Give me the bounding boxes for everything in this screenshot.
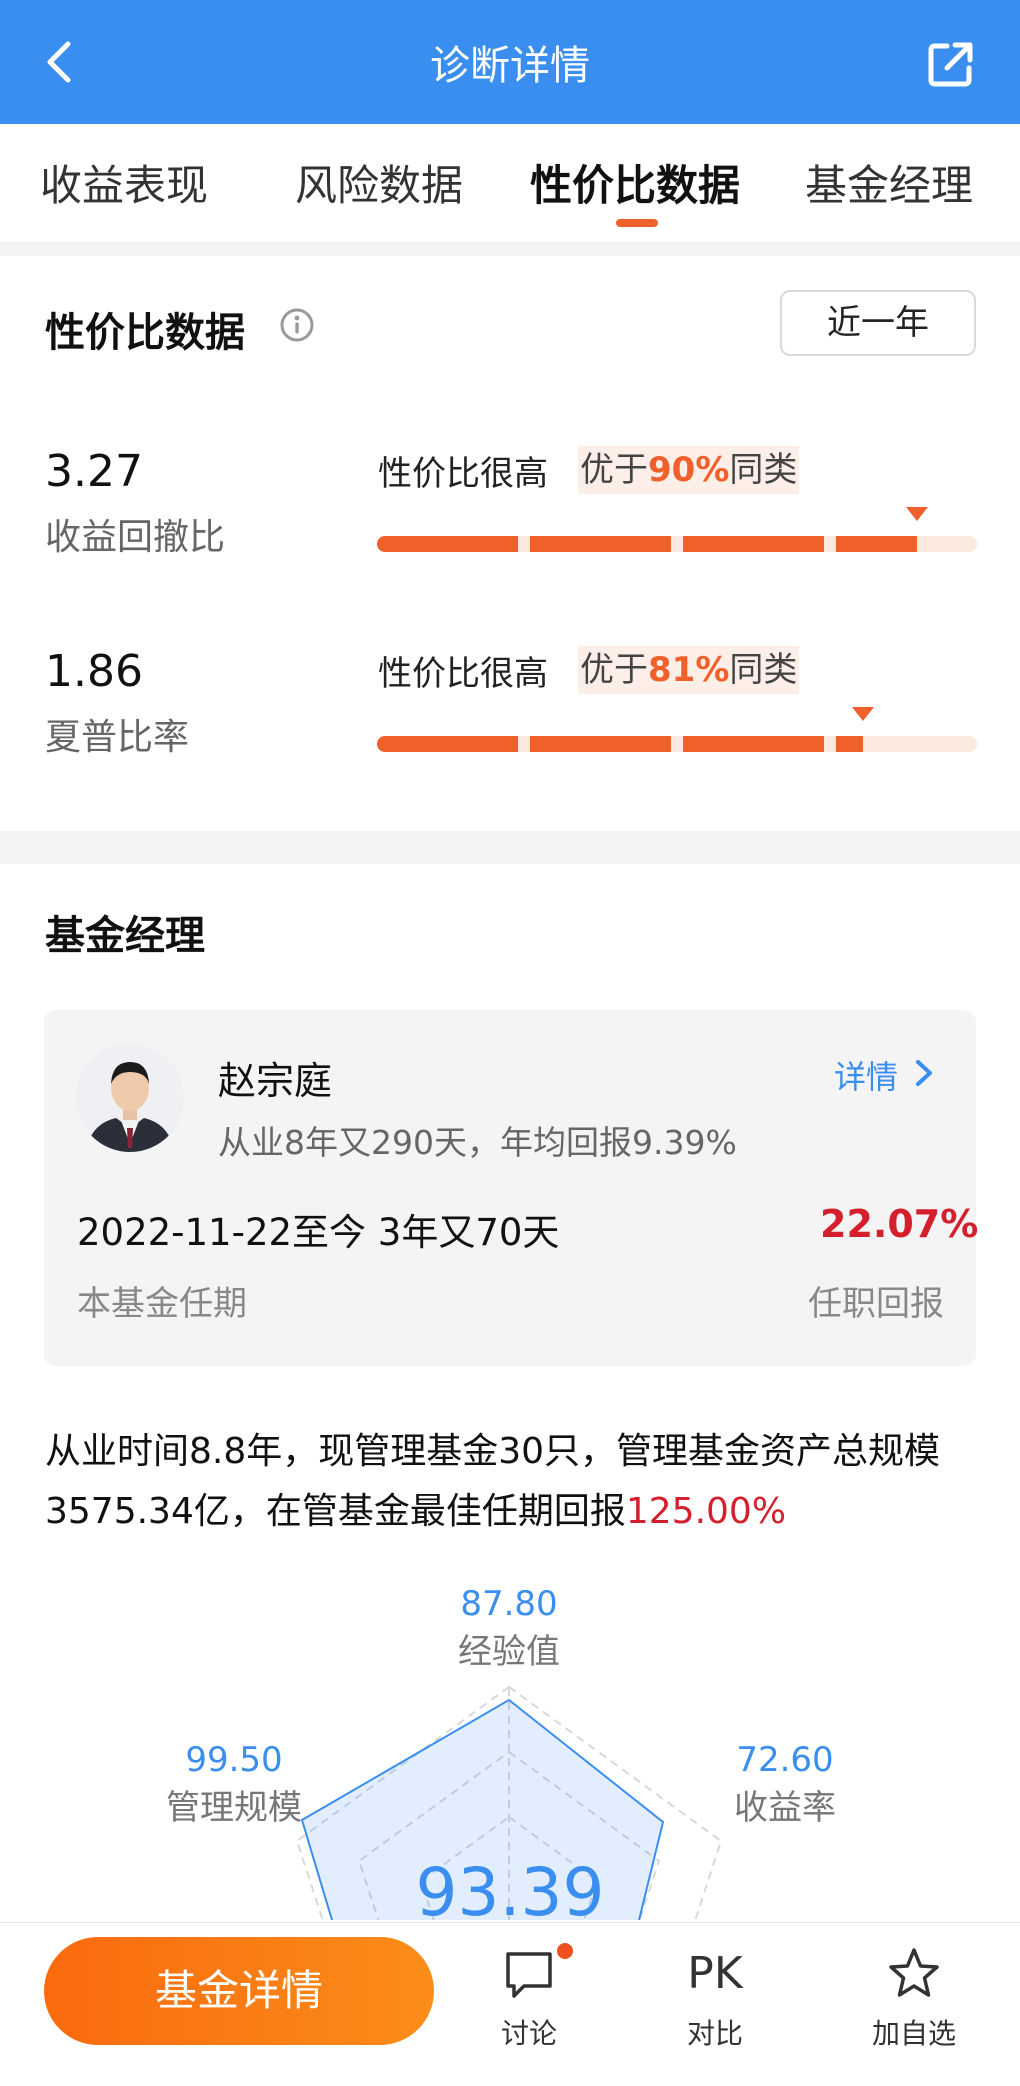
tenure-period: 2022-11-22至今 3年又70天 xyxy=(77,1211,560,1254)
info-icon[interactable] xyxy=(279,307,315,343)
star-icon[interactable] xyxy=(886,1946,942,2002)
share-icon[interactable] xyxy=(925,38,977,90)
section-title: 基金经理 xyxy=(45,913,205,959)
metric-compare: 优于81%同类 xyxy=(578,646,800,694)
manager-summary: 从业时间8.8年，现管理基金30只，管理基金资产总规模3575.34亿，在管基金… xyxy=(45,1422,985,1542)
radar-label-scale: 管理规模 xyxy=(166,1788,302,1828)
compare-percent: 81% xyxy=(648,650,730,690)
period-selector[interactable]: 近一年 xyxy=(780,290,976,356)
compare-suffix: 同类 xyxy=(729,650,798,690)
tenure-return: 22.07% xyxy=(820,1202,979,1246)
pk-compare-icon[interactable]: PK xyxy=(680,1948,750,1999)
avatar xyxy=(76,1044,184,1152)
metric-compare: 优于90%同类 xyxy=(578,446,800,494)
radar-label-return: 收益率 xyxy=(734,1788,836,1828)
percentile-bar-segment xyxy=(836,536,917,552)
page-title: 诊断详情 xyxy=(430,43,590,89)
radar-value-experience: 87.80 xyxy=(460,1584,558,1624)
section-title: 性价比数据 xyxy=(45,310,245,356)
percentile-bar-segment xyxy=(683,736,824,752)
radar-value-scale: 99.50 xyxy=(185,1740,283,1780)
manager-detail-link[interactable]: 详情 xyxy=(834,1052,898,1098)
metric-value: 1.86 xyxy=(45,646,143,697)
percentile-bar-segment xyxy=(683,536,824,552)
fund-detail-button[interactable]: 基金详情 xyxy=(44,1937,434,2045)
percentile-bar-segment xyxy=(530,536,671,552)
radar-value-return: 72.60 xyxy=(736,1740,834,1780)
tenure-label: 本基金任期 xyxy=(77,1284,247,1324)
compare-label[interactable]: 对比 xyxy=(655,2012,775,2052)
percentile-bar-segment xyxy=(530,736,671,752)
manager-name: 赵宗庭 xyxy=(218,1059,333,1103)
tab-value-data[interactable]: 性价比数据 xyxy=(530,152,740,213)
tab-risk[interactable]: 风险数据 xyxy=(295,152,463,213)
compare-percent: 90% xyxy=(648,450,730,490)
metric-rating: 性价比很高 xyxy=(378,654,548,694)
active-tab-indicator xyxy=(616,219,658,227)
percentile-bar-segment xyxy=(377,536,518,552)
radar-label-experience: 经验值 xyxy=(458,1632,560,1672)
tab-returns[interactable]: 收益表现 xyxy=(40,152,208,213)
compare-prefix: 优于 xyxy=(580,650,648,690)
summary-text: 从业时间8.8年，现管理基金30只，管理基金资产总规模3575.34亿，在管基金… xyxy=(45,1431,941,1532)
tenure-return-label: 任职回报 xyxy=(808,1284,944,1324)
notification-dot xyxy=(557,1943,573,1959)
metric-label: 收益回撤比 xyxy=(45,517,226,558)
comment-icon[interactable] xyxy=(502,1948,556,2002)
chevron-right-icon[interactable] xyxy=(912,1058,936,1088)
person-icon xyxy=(76,1044,184,1152)
metric-label: 夏普比率 xyxy=(45,717,190,758)
add-watchlist-label[interactable]: 加自选 xyxy=(854,2012,974,2052)
percentile-bar-segment xyxy=(836,736,863,752)
discuss-label[interactable]: 讨论 xyxy=(469,2012,589,2052)
tab-fund-manager[interactable]: 基金经理 xyxy=(805,152,973,213)
compare-prefix: 优于 xyxy=(580,450,648,490)
tab-bar: 收益表现 风险数据 性价比数据 基金经理 xyxy=(0,124,1020,242)
metric-rating: 性价比很高 xyxy=(378,454,548,494)
percentile-marker xyxy=(852,707,874,721)
compare-suffix: 同类 xyxy=(729,450,798,490)
percentile-bar-segment xyxy=(377,736,518,752)
summary-best-return: 125.00% xyxy=(625,1491,787,1532)
radar-total-score: 93.39 xyxy=(415,1854,605,1931)
metric-value: 3.27 xyxy=(45,446,143,497)
percentile-marker xyxy=(906,507,928,521)
manager-experience: 从业8年又290天，年均回报9.39% xyxy=(218,1123,737,1162)
